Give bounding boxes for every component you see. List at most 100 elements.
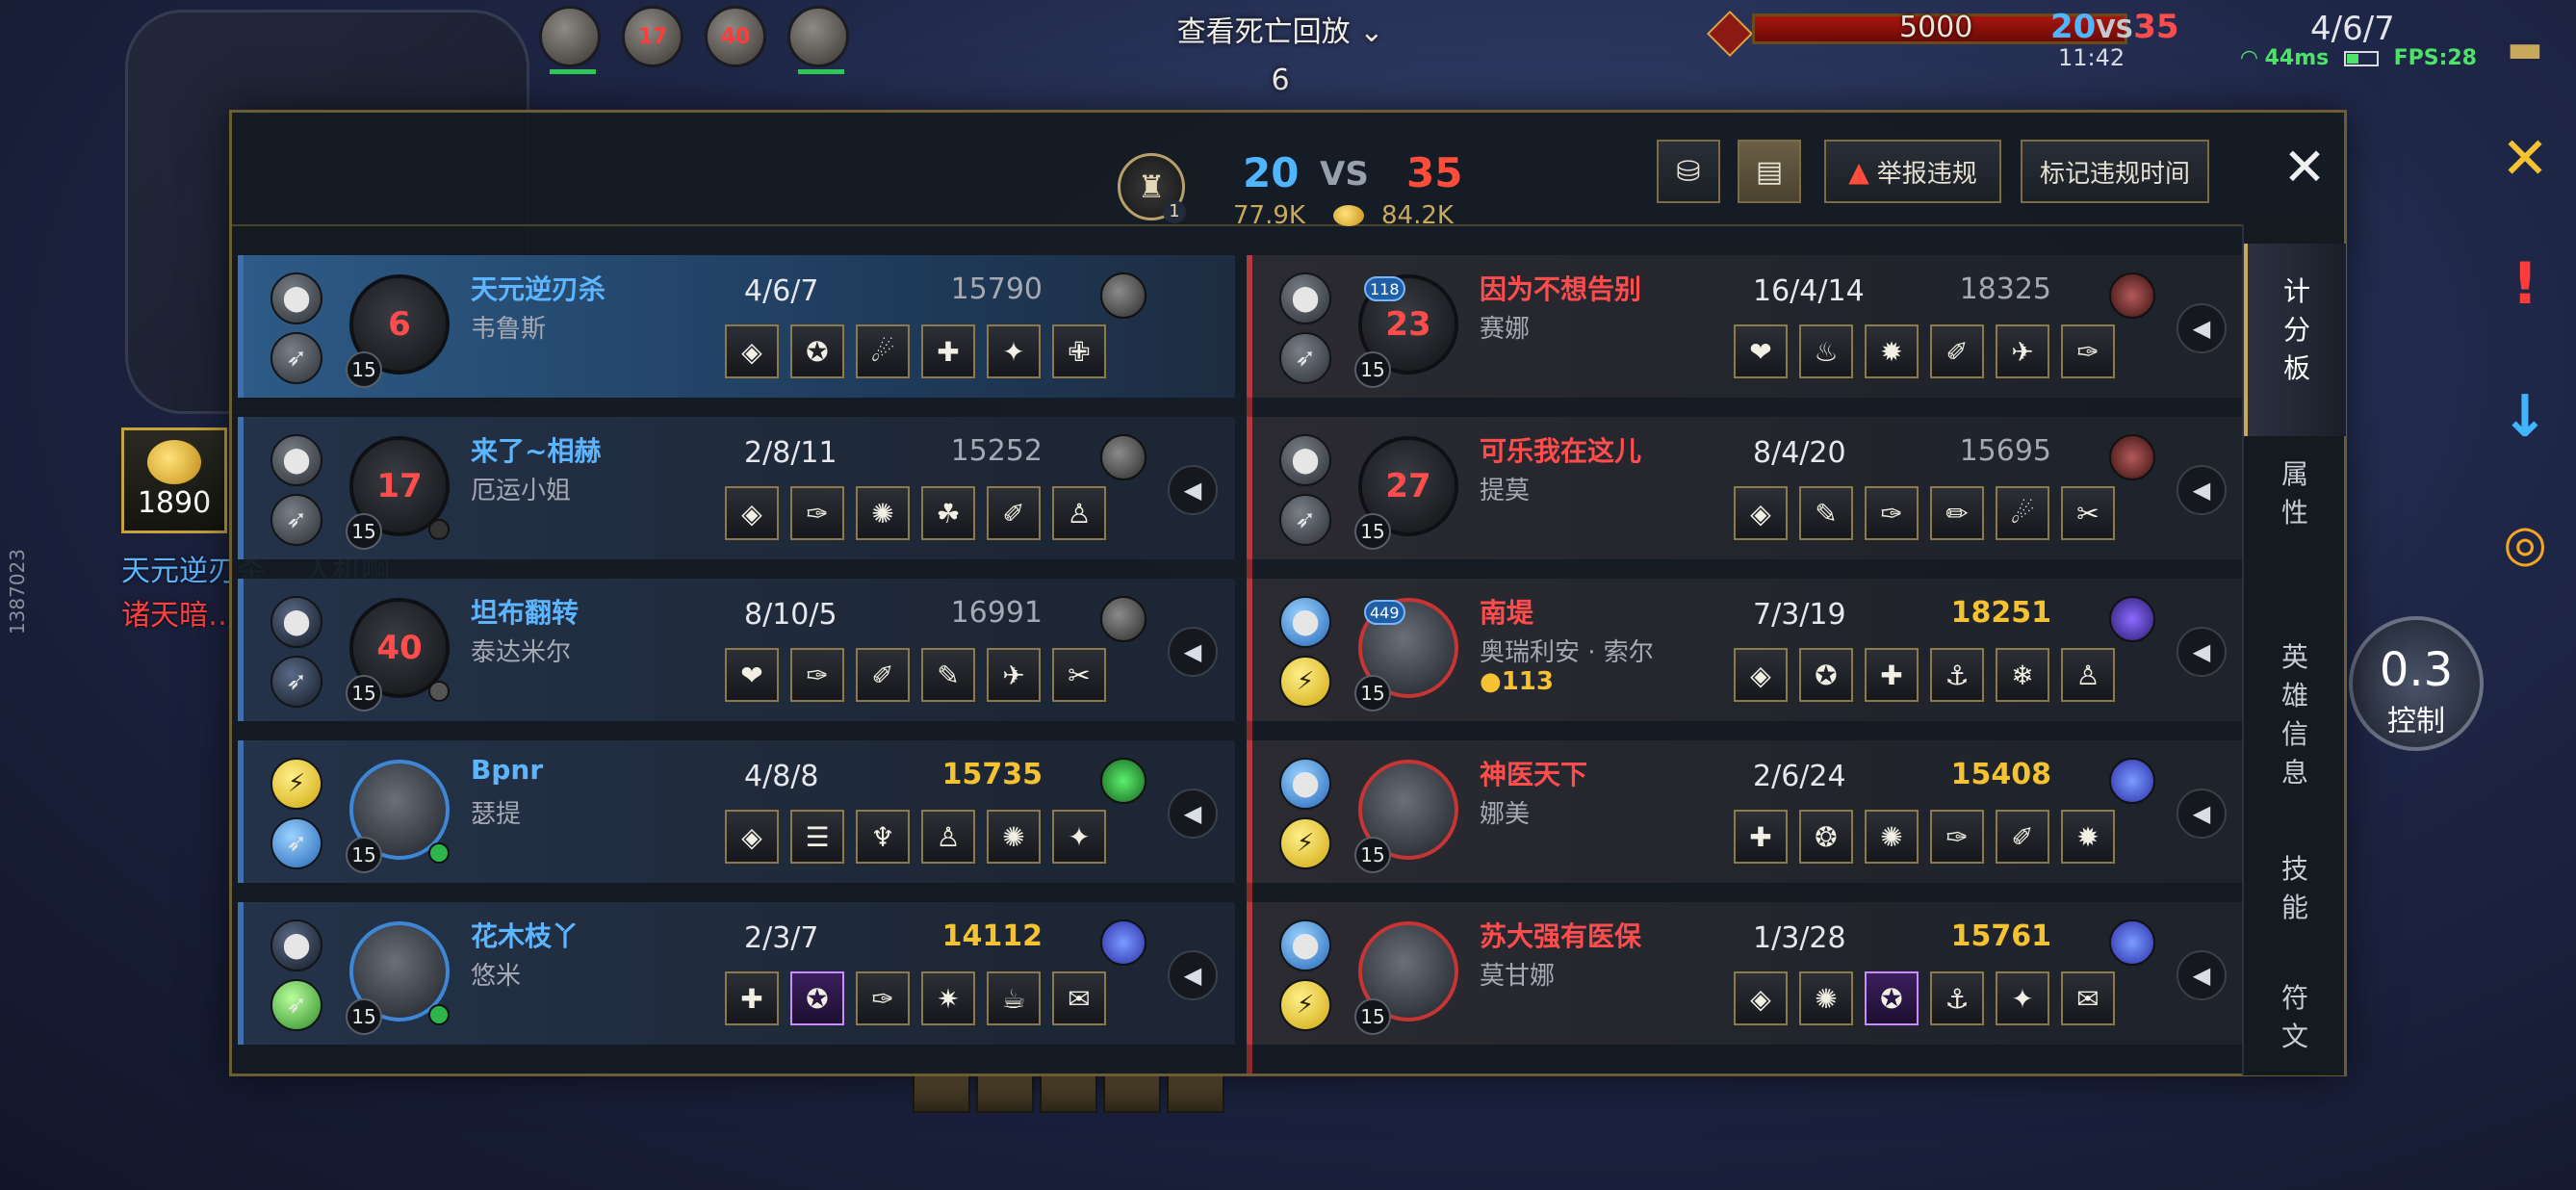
item-icon[interactable]: ❤	[1734, 324, 1788, 378]
item-icon[interactable]: ☰	[790, 810, 844, 864]
lifebuoy-icon[interactable]: ◎	[2491, 510, 2559, 578]
item-icon[interactable]: ❂	[1799, 810, 1853, 864]
team-portrait[interactable]	[787, 6, 849, 74]
item-icon[interactable]: ✷	[921, 971, 975, 1025]
item-icon[interactable]: ✎	[921, 648, 975, 702]
items-toggle-button[interactable]: ▤	[1738, 140, 1801, 203]
item-icon[interactable]: ✺	[1865, 810, 1919, 864]
item-icon[interactable]: ◈	[1734, 648, 1788, 702]
item-icon[interactable]: ✚	[921, 324, 975, 378]
player-row[interactable]: ⬤ ➶ 23 15 118 因为不想告别 赛娜 16/4/14 18325 ❤ ♨ ✹ ✐ ✈ ✑ ◀	[1247, 255, 2244, 398]
control-skill-button[interactable]: 0.3 控制	[2349, 616, 2484, 751]
item-icon[interactable]: ✂	[2061, 486, 2115, 540]
item-icon[interactable]: ❤	[725, 648, 779, 702]
tab-attributes[interactable]: 属性	[2244, 455, 2346, 571]
item-icon[interactable]: ✦	[1052, 810, 1106, 864]
item-icon[interactable]: ✑	[856, 971, 910, 1025]
player-row[interactable]: ⬤ ⚡ 15 苏大强有医保 莫甘娜 1/3/28 15761 ◈ ✺ ✪ ⚓ ✦ ✉ ◀	[1247, 902, 2244, 1045]
item-icon[interactable]: ✑	[790, 486, 844, 540]
item-icon[interactable]: ✹	[2061, 810, 2115, 864]
tab-scoreboard[interactable]: 计分板	[2244, 244, 2346, 436]
player-row[interactable]: ⚡ ➶ 15 Bpnr 瑟提 4/8/8 15735 ◈ ☰ ♆ ♙ ✺ ✦ ◀	[238, 740, 1235, 883]
close-icon[interactable]: ✕	[2271, 134, 2338, 201]
mark-time-button[interactable]: 标记违规时间	[2021, 140, 2209, 203]
item-icon[interactable]: ✦	[1996, 971, 2049, 1025]
item-icon[interactable]: ✺	[987, 810, 1041, 864]
item-icon[interactable]: ✑	[1930, 810, 1984, 864]
item-icon[interactable]: ◈	[725, 324, 779, 378]
item-icon[interactable]: ✑	[790, 648, 844, 702]
exclamation-icon[interactable]: !	[2491, 250, 2559, 318]
mute-voice-button[interactable]: ◀	[1168, 950, 1218, 1000]
coins-toggle-button[interactable]: ⛁	[1657, 140, 1720, 203]
item-icon[interactable]: ✪	[1799, 648, 1853, 702]
item-icon[interactable]: ✉	[1052, 971, 1106, 1025]
item-icon[interactable]: ♙	[2061, 648, 2115, 702]
item-icon[interactable]: ✚	[1734, 810, 1788, 864]
item-icon[interactable]: ✐	[1930, 324, 1984, 378]
mute-voice-button[interactable]: ◀	[2177, 789, 2227, 839]
mute-voice-button[interactable]: ◀	[2177, 303, 2227, 353]
player-row[interactable]: ⬤ ⚡ 15 神医天下 娜美 2/6/24 15408 ✚ ❂ ✺ ✑ ✐ ✹ ◀	[1247, 740, 2244, 883]
team-portrait[interactable]	[539, 6, 601, 74]
item-icon[interactable]: ✹	[1865, 324, 1919, 378]
item-icon[interactable]: ♙	[921, 810, 975, 864]
mute-voice-button[interactable]: ◀	[1168, 627, 1218, 677]
death-replay-button[interactable]: 查看死亡回放 ⌄ 6	[1136, 8, 1425, 97]
item-icon[interactable]: ◈	[725, 810, 779, 864]
item-icon[interactable]: ✚	[725, 971, 779, 1025]
item-icon[interactable]: ♙	[1052, 486, 1106, 540]
item-icon[interactable]: ✉	[2061, 971, 2115, 1025]
item-icon[interactable]: ☘	[921, 486, 975, 540]
item-icon[interactable]: ◈	[1734, 971, 1788, 1025]
mute-voice-button[interactable]: ◀	[2177, 465, 2227, 515]
item-icon[interactable]: ✦	[987, 324, 1041, 378]
mute-voice-button[interactable]: ◀	[2177, 950, 2227, 1000]
item-icon[interactable]: ☕	[987, 971, 1041, 1025]
item-icon[interactable]: ✈	[1996, 324, 2049, 378]
item-icon[interactable]: ✏	[1930, 486, 1984, 540]
shop-button[interactable]: 1890	[121, 427, 227, 533]
mute-voice-button[interactable]: ◀	[2177, 627, 2227, 677]
report-button[interactable]: ▲ 举报违规	[1824, 140, 2001, 203]
item-icon[interactable]: ✙	[1052, 324, 1106, 378]
player-row[interactable]: ⬤ ➶ 17 15 来了~相赫 厄运小姐 2/8/11 15252 ◈ ✑ ✺ ☘ ✐ ♙ ◀	[238, 417, 1235, 559]
item-icon[interactable]: ⚓	[1930, 971, 1984, 1025]
item-icon[interactable]: ☄	[1996, 486, 2049, 540]
item-icon[interactable]: ⚓	[1930, 648, 1984, 702]
item-icon[interactable]: ◈	[1734, 486, 1788, 540]
tab-runes[interactable]: 符文	[2244, 979, 2346, 1095]
player-row[interactable]: ⬤ ➶ 6 15 天元逆刃杀 韦鲁斯 4/6/7 15790 ◈ ✪ ☄ ✚ ✦ ✙	[238, 255, 1235, 398]
arrow-down-icon[interactable]: ↓	[2491, 383, 2559, 451]
item-icon[interactable]: ✈	[987, 648, 1041, 702]
item-icon[interactable]: ✺	[1799, 971, 1853, 1025]
tab-hero-info[interactable]: 英雄信息	[2244, 638, 2346, 789]
item-icon[interactable]: ☄	[856, 324, 910, 378]
item-icon[interactable]: ✐	[856, 648, 910, 702]
mute-voice-button[interactable]: ◀	[1168, 789, 1218, 839]
item-icon[interactable]: ♆	[856, 810, 910, 864]
player-row[interactable]: ⬤ ➶ 27 15 可乐我在这儿 提莫 8/4/20 15695 ◈ ✎ ✑ ✏ ☄ ✂ ◀	[1247, 417, 2244, 559]
item-icon[interactable]: ✑	[2061, 324, 2115, 378]
item-icon[interactable]: ✪	[790, 324, 844, 378]
item-icon[interactable]: ♨	[1799, 324, 1853, 378]
item-icon[interactable]: ✪	[1865, 971, 1919, 1025]
item-icon[interactable]: ❄	[1996, 648, 2049, 702]
player-row[interactable]: ⬤ ➶ 40 15 坦布翻转 泰达米尔 8/10/5 16991 ❤ ✑ ✐ ✎ ✈ ✂ ◀	[238, 579, 1235, 721]
item-icon[interactable]: ✑	[1865, 486, 1919, 540]
item-icon[interactable]: ✪	[790, 971, 844, 1025]
item-icon[interactable]: ✎	[1799, 486, 1853, 540]
chat-icon[interactable]: ▬	[2491, 15, 2559, 83]
team-portrait[interactable]: 17	[622, 6, 683, 67]
item-icon[interactable]: ✐	[987, 486, 1041, 540]
item-icon[interactable]: ✚	[1865, 648, 1919, 702]
item-icon[interactable]: ◈	[725, 486, 779, 540]
tab-skills[interactable]: 技能	[2244, 850, 2346, 966]
item-icon[interactable]: ✂	[1052, 648, 1106, 702]
item-icon[interactable]: ✐	[1996, 810, 2049, 864]
close-icon[interactable]: ✕	[2491, 125, 2559, 193]
player-row[interactable]: ⬤ ➶ 15 花木枝丫 悠米 2/3/7 14112 ✚ ✪ ✑ ✷ ☕ ✉ ◀	[238, 902, 1235, 1045]
player-row[interactable]: ⬤ ⚡ 15 449 南堤 奥瑞利安 · 索尔 ●113 7/3/19 18251 ◈ ✪ ✚ ⚓ ❄ ♙ ◀	[1247, 579, 2244, 721]
mute-voice-button[interactable]: ◀	[1168, 465, 1218, 515]
item-icon[interactable]: ✺	[856, 486, 910, 540]
